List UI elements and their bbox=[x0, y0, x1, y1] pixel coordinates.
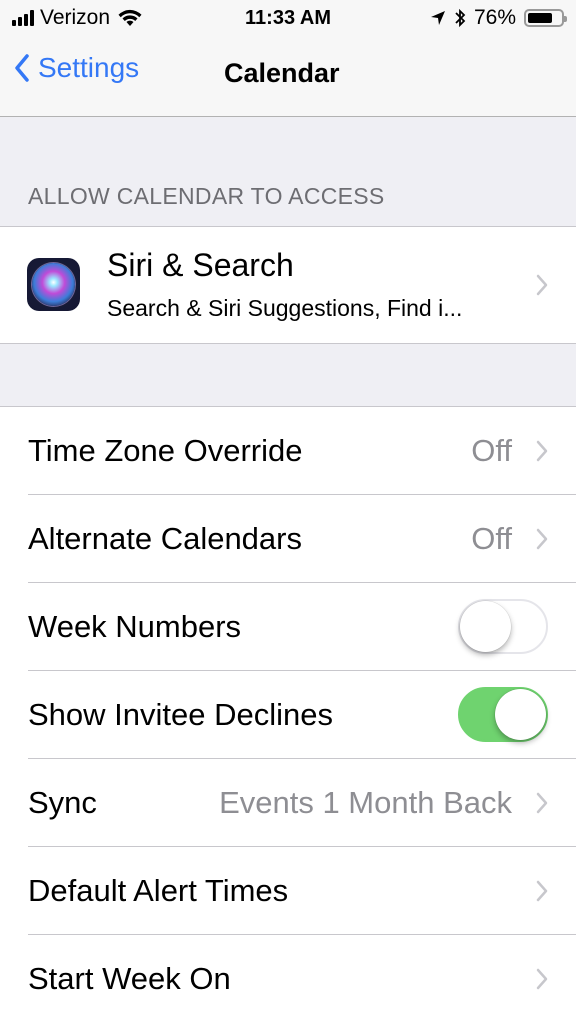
chevron-right-icon bbox=[536, 880, 548, 902]
setting-label: Alternate Calendars bbox=[28, 521, 302, 556]
back-button[interactable]: Settings bbox=[14, 52, 139, 84]
setting-label: Week Numbers bbox=[28, 609, 242, 644]
battery-icon bbox=[524, 9, 567, 27]
setting-row-alternate-calendars[interactable]: Alternate Calendars Off bbox=[0, 495, 576, 583]
battery-level bbox=[528, 13, 553, 23]
toggle-knob bbox=[495, 689, 546, 740]
chevron-right-icon bbox=[536, 274, 548, 296]
back-label: Settings bbox=[38, 52, 140, 83]
location-arrow-icon bbox=[430, 11, 445, 25]
calendar-settings-list: Time Zone Override Off Alternate Calenda… bbox=[0, 406, 576, 1027]
bluetooth-icon bbox=[455, 8, 466, 28]
chevron-left-icon bbox=[15, 54, 29, 82]
siri-icon bbox=[27, 258, 80, 311]
siri-title: Siri & Search bbox=[107, 247, 294, 283]
setting-label: Time Zone Override bbox=[28, 433, 303, 468]
setting-row-default-alert-times[interactable]: Default Alert Times bbox=[0, 847, 576, 935]
chevron-right-icon bbox=[536, 968, 548, 990]
setting-label: Show Invitee Declines bbox=[28, 697, 333, 732]
setting-row-time-zone-override[interactable]: Time Zone Override Off bbox=[0, 407, 576, 495]
chevron-right-icon bbox=[536, 792, 548, 814]
show-invitee-declines-toggle[interactable] bbox=[458, 687, 548, 742]
status-bar: Verizon 11:33 AM 76% bbox=[0, 0, 576, 38]
navigation-bar: Settings Calendar bbox=[0, 38, 576, 117]
chevron-right-icon bbox=[536, 528, 548, 550]
setting-row-show-invitee-declines: Show Invitee Declines bbox=[0, 671, 576, 759]
section-header: ALLOW CALENDAR TO ACCESS bbox=[28, 183, 385, 209]
setting-label: Start Week On bbox=[28, 961, 231, 996]
setting-value: Off bbox=[471, 521, 512, 556]
chevron-right-icon bbox=[536, 440, 548, 462]
setting-row-week-numbers: Week Numbers bbox=[0, 583, 576, 671]
toggle-knob bbox=[460, 601, 511, 652]
setting-row-start-week-on[interactable]: Start Week On bbox=[0, 935, 576, 1023]
setting-label: Sync bbox=[28, 785, 97, 820]
battery-percent: 76% bbox=[473, 6, 516, 29]
setting-row-sync[interactable]: Sync Events 1 Month Back bbox=[0, 759, 576, 847]
siri-subtitle: Search & Siri Suggestions, Find i... bbox=[107, 295, 463, 321]
setting-label: Default Alert Times bbox=[28, 873, 289, 908]
setting-value: Off bbox=[471, 433, 512, 468]
week-numbers-toggle[interactable] bbox=[458, 599, 548, 654]
page-title: Calendar bbox=[224, 58, 340, 88]
setting-value: Events 1 Month Back bbox=[219, 785, 512, 820]
siri-search-row[interactable]: Siri & Search Search & Siri Suggestions,… bbox=[0, 226, 576, 344]
